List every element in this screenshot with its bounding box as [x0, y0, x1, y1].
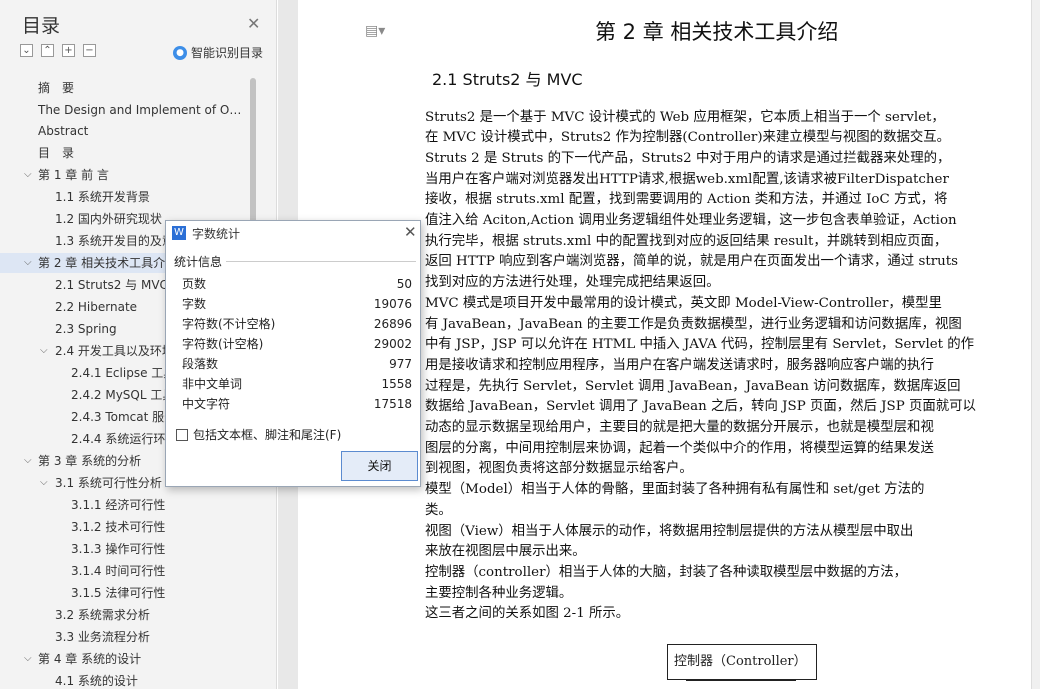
expand-all-icon[interactable]: ⌃: [41, 44, 54, 57]
stat-row: 页数 50: [182, 274, 412, 294]
body-line: 有 JavaBean，JavaBean 的主要工作是负责数据模型，进行业务逻辑和…: [425, 317, 962, 332]
body-line: 图层的分离，中间用控制层来协调，起着一个类似中介的作用，将模型运算的结果发送: [425, 441, 934, 456]
toc-item[interactable]: 4.1 系统的设计: [0, 671, 258, 689]
stat-label: 非中文单词: [182, 377, 243, 391]
body-line: 主要控制各种业务逻辑。: [425, 586, 573, 601]
toc-item[interactable]: 3.1.2 技术可行性: [0, 517, 258, 537]
body-line: 值注入给 Aciton,Action 调用业务逻辑组件处理业务逻辑，这一步包含表…: [425, 213, 957, 228]
stat-label: 页数: [182, 277, 207, 291]
stat-value: 26896: [373, 317, 412, 331]
page-layout-icon[interactable]: ▤▾: [365, 23, 385, 39]
add-heading-icon[interactable]: +: [62, 44, 75, 57]
body-line: 过程是，先执行 Servlet，Servlet 调用 JavaBean，Java…: [425, 379, 961, 394]
section-title: 2.1 Struts2 与 MVC: [432, 70, 583, 89]
body-line: 到视图，视图负责将这部分数据显示给客户。: [425, 461, 693, 476]
expand-arrow-icon: ⌵: [40, 477, 48, 488]
dialog-titlebar[interactable]: W 字数统计 ✕: [166, 221, 420, 245]
collapse-all-icon[interactable]: ⌄: [20, 44, 33, 57]
nav-title: 目录: [22, 15, 61, 37]
toc-item[interactable]: 3.2 系统需求分析: [0, 605, 258, 625]
body-line: 控制器（controller）相当于人体的大脑，封装了各种读取模型层中数据的方法…: [425, 565, 908, 580]
nav-close-icon[interactable]: ✕: [247, 14, 260, 33]
stat-row: 非中文单词 1558: [182, 374, 412, 394]
word-count-dialog: W 字数统计 ✕ 统计信息 页数 50 字数 19076 字符数(不计空格) 2…: [165, 220, 421, 487]
stat-label: 字数: [182, 297, 207, 311]
diagram-connector: [686, 680, 796, 682]
expand-arrow-icon: ⌵: [24, 653, 32, 664]
body-line: 来放在视图层中展示出来。: [425, 544, 586, 559]
body-line: 模型（Model）相当于人体的骨骼，里面封装了各种拥有私有属性和 set/get…: [425, 482, 925, 497]
stat-value: 977: [389, 357, 412, 371]
stats-divider: [226, 261, 416, 262]
stat-label: 中文字符: [182, 397, 231, 411]
smart-toc-label: 智能识别目录: [191, 46, 264, 60]
checkbox-box[interactable]: [176, 428, 188, 441]
stat-row: 字符数(计空格) 29002: [182, 334, 412, 354]
toc-item[interactable]: 目 录: [0, 143, 258, 163]
body-line: 当用户在客户端对浏览器发出HTTP请求,根据web.xml配置,该请求被Filt…: [425, 172, 949, 187]
body-line: Struts2 是一个基于 MVC 设计模式的 Web 应用框架，它本质上相当于…: [425, 110, 945, 125]
stat-row: 字数 19076: [182, 294, 412, 314]
body-line: 用是接收请求和控制应用程序，当用户在客户端发送请求时，服务器响应客户端的执行: [425, 358, 934, 373]
remove-heading-icon[interactable]: −: [83, 44, 96, 57]
expand-arrow-icon: ⌵: [24, 257, 32, 268]
toc-item[interactable]: 3.1.1 经济可行性: [0, 495, 258, 515]
toc-item[interactable]: 1.1 系统开发背景: [0, 187, 258, 207]
stat-value: 50: [396, 277, 412, 291]
stat-value: 29002: [373, 337, 412, 351]
body-line: 返回 HTTP 响应到客户端浏览器，简单的说，就是用户在页面发出一个请求，通过 …: [425, 254, 958, 269]
dialog-close-icon[interactable]: ✕: [404, 223, 417, 241]
smart-toc-icon: ●: [173, 45, 187, 60]
toc-item[interactable]: 3.1.3 操作可行性: [0, 539, 258, 559]
body-line: 找到对应的方法进行处理，处理完成把结果返回。: [425, 275, 720, 290]
stat-label: 段落数: [182, 357, 219, 371]
smart-toc-button[interactable]: ● 智能识别目录: [173, 44, 263, 61]
stat-row: 段落数 977: [182, 354, 412, 374]
toc-item[interactable]: ⌵ 第 4 章 系统的设计: [0, 649, 258, 669]
expand-arrow-icon: ⌵: [40, 345, 48, 356]
body-line: Struts 2 是 Struts 的下一代产品，Struts2 中对于用户的请…: [425, 151, 951, 166]
body-line: 类。: [425, 503, 452, 518]
expand-arrow-icon: ⌵: [24, 455, 32, 466]
stat-row: 中文字符 17518: [182, 394, 412, 414]
stat-value: 17518: [373, 397, 412, 411]
close-button[interactable]: 关闭: [341, 451, 418, 481]
toc-item[interactable]: ⌵ 第 1 章 前 言: [0, 165, 258, 185]
stats-heading: 统计信息: [174, 255, 223, 269]
app-logo-icon: W: [172, 226, 186, 240]
body-line: 执行完毕，根据 struts.xml 中的配置找到对应的返回结果 result，…: [425, 234, 948, 249]
include-textbox-checkbox[interactable]: 包括文本框、脚注和尾注(F): [176, 426, 341, 443]
body-line: 中有 JSP，JSP 可以允许在 HTML 中插入 JAVA 代码，控制层里有 …: [425, 337, 975, 352]
stat-label: 字符数(计空格): [182, 337, 264, 351]
stat-row: 字符数(不计空格) 26896: [182, 314, 412, 334]
stat-value: 19076: [373, 297, 412, 311]
toc-item[interactable]: Abstract: [0, 121, 258, 141]
toc-item[interactable]: 3.1.5 法律可行性: [0, 583, 258, 603]
controller-diagram-box: 控制器（Controller）: [667, 644, 817, 680]
document-scrollbar[interactable]: [1031, 0, 1040, 689]
body-line: 视图（View）相当于人体展示的动作，将数据用控制层提供的方法从模型层中取出: [425, 524, 914, 539]
dialog-title: 字数统计: [192, 227, 241, 241]
body-line: 接收，根据 struts.xml 配置，找到需要调用的 Action 类和方法，…: [425, 192, 948, 207]
body-line: 动态的显示数据呈现给用户，主要目的就是把大量的数据分开展示，也就是模型层和视: [425, 420, 934, 435]
checkbox-label: 包括文本框、脚注和尾注(F): [193, 428, 342, 442]
stat-label: 字符数(不计空格): [182, 317, 276, 331]
body-line: 这三者之间的关系如图 2-1 所示。: [425, 606, 630, 621]
toc-item[interactable]: 3.1.4 时间可行性: [0, 561, 258, 581]
toc-item[interactable]: 摘 要: [0, 78, 258, 98]
expand-arrow-icon: ⌵: [24, 169, 32, 180]
nav-toolbar: ⌄ ⌃ + −: [20, 44, 96, 57]
body-line: 数据给 JavaBean，Servlet 调用了 JavaBean 之后，转向 …: [425, 399, 976, 414]
body-line: 在 MVC 设计模式中，Struts2 作为控制器(Controller)来建立…: [425, 130, 951, 145]
body-line: MVC 模式是项目开发中最常用的设计模式，英文即 Model-View-Cont…: [425, 296, 942, 311]
stat-value: 1558: [381, 377, 412, 391]
toc-item[interactable]: 3.3 业务流程分析: [0, 627, 258, 647]
chapter-title: 第 2 章 相关技术工具介绍: [595, 20, 839, 44]
toc-item[interactable]: The Design and Implement of O…: [0, 100, 258, 120]
